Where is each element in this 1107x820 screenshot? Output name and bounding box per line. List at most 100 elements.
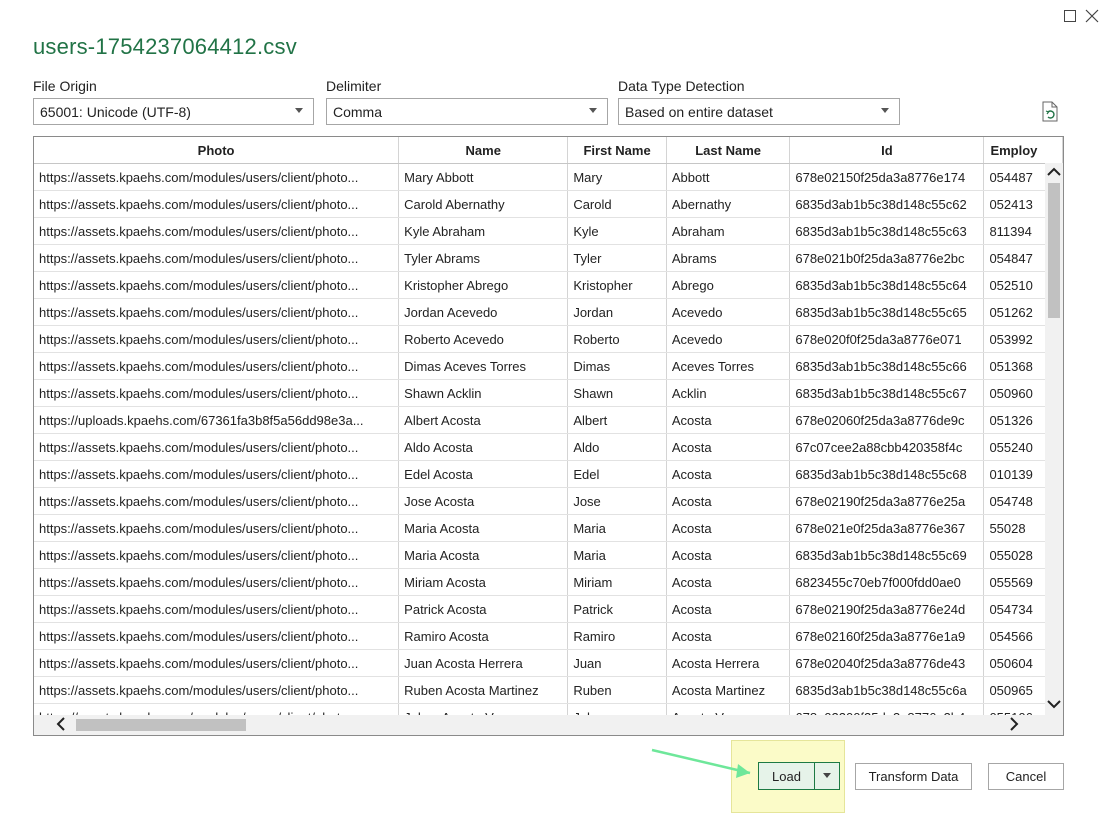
table-row: https://assets.kpaehs.com/modules/users/… — [34, 541, 1063, 569]
table-cell: Kyle Abraham — [398, 217, 569, 245]
table-cell: https://assets.kpaehs.com/modules/users/… — [34, 487, 400, 515]
load-options-dropdown[interactable] — [815, 763, 839, 789]
table-row: https://assets.kpaehs.com/modules/users/… — [34, 487, 1063, 515]
table-row: https://assets.kpaehs.com/modules/users/… — [34, 649, 1063, 677]
table-cell: 6835d3ab1b5c38d148c55c67 — [789, 379, 985, 407]
table-row: https://assets.kpaehs.com/modules/users/… — [34, 271, 1063, 299]
column-header[interactable]: First Name — [567, 137, 667, 164]
table-cell: 6835d3ab1b5c38d148c55c68 — [789, 460, 985, 488]
table-cell: Dimas — [567, 352, 667, 380]
column-header[interactable]: Photo — [34, 137, 400, 164]
detection-dropdown[interactable]: Based on entire dataset — [618, 98, 900, 125]
table-row: https://assets.kpaehs.com/modules/users/… — [34, 568, 1063, 596]
table-cell: Acosta — [666, 514, 791, 542]
table-cell: Maria — [567, 541, 667, 569]
detection-label: Data Type Detection — [618, 78, 745, 94]
column-header[interactable]: Last Name — [666, 137, 791, 164]
chevron-down-icon — [589, 108, 597, 113]
cancel-button[interactable]: Cancel — [988, 763, 1064, 790]
scroll-right-icon[interactable] — [1009, 717, 1019, 735]
table-cell: Acosta — [666, 541, 791, 569]
table-cell: Ruben — [567, 676, 667, 704]
table-cell: Miriam Acosta — [398, 568, 569, 596]
table-cell: Abbott — [666, 163, 791, 191]
table-cell: 6835d3ab1b5c38d148c55c65 — [789, 298, 985, 326]
table-cell: Shawn Acklin — [398, 379, 569, 407]
table-cell: Shawn — [567, 379, 667, 407]
load-split-button[interactable]: Load — [758, 762, 840, 790]
table-cell: https://assets.kpaehs.com/modules/users/… — [34, 460, 400, 488]
table-cell: Dimas Aceves Torres — [398, 352, 569, 380]
table-cell: 678e02060f25da3a8776de9c — [789, 406, 985, 434]
chevron-down-icon — [823, 773, 831, 778]
transform-data-button[interactable]: Transform Data — [855, 763, 972, 790]
table-cell: Acosta Martinez — [666, 676, 791, 704]
table-cell: Patrick Acosta — [398, 595, 569, 623]
column-header[interactable]: Name — [398, 137, 569, 164]
table-cell: Carold — [567, 190, 667, 218]
table-cell: https://assets.kpaehs.com/modules/users/… — [34, 622, 400, 650]
table-cell: Acosta Herrera — [666, 649, 791, 677]
table-cell: https://uploads.kpaehs.com/67361fa3b8f5a… — [34, 406, 400, 434]
table-cell: Abraham — [666, 217, 791, 245]
table-cell: Juan — [567, 649, 667, 677]
table-cell: Maria — [567, 514, 667, 542]
table-cell: https://assets.kpaehs.com/modules/users/… — [34, 379, 400, 407]
table-cell: Kyle — [567, 217, 667, 245]
refresh-preview-button[interactable] — [1040, 100, 1060, 124]
vertical-scroll-thumb[interactable] — [1048, 183, 1060, 318]
table-cell: 678e02160f25da3a8776e1a9 — [789, 622, 985, 650]
table-cell: https://assets.kpaehs.com/modules/users/… — [34, 298, 400, 326]
table-cell: 678e02040f25da3a8776de43 — [789, 649, 985, 677]
table-cell: 6835d3ab1b5c38d148c55c63 — [789, 217, 985, 245]
file-origin-value: 65001: Unicode (UTF-8) — [40, 103, 191, 120]
chevron-down-icon — [295, 108, 303, 113]
vertical-scrollbar[interactable] — [1045, 163, 1063, 717]
table-cell: 6835d3ab1b5c38d148c55c6a — [789, 676, 985, 704]
table-cell: Jose Acosta — [398, 487, 569, 515]
delimiter-label: Delimiter — [326, 78, 382, 94]
table-cell: Acklin — [666, 379, 791, 407]
preview-table: Photo Name First Name Last Name Id Employ htt… — [34, 137, 1063, 731]
table-cell: Acosta — [666, 595, 791, 623]
scroll-left-icon[interactable] — [56, 717, 66, 735]
table-cell: Albert Acosta — [398, 406, 569, 434]
table-row: https://assets.kpaehs.com/modules/users/… — [34, 217, 1063, 245]
table-cell: 678e021b0f25da3a8776e2bc — [789, 244, 985, 272]
table-row: https://assets.kpaehs.com/modules/users/… — [34, 676, 1063, 704]
table-cell: https://assets.kpaehs.com/modules/users/… — [34, 514, 400, 542]
table-cell: Acosta — [666, 622, 791, 650]
table-cell: 678e02190f25da3a8776e25a — [789, 487, 985, 515]
close-icon — [1085, 9, 1099, 23]
scroll-down-icon[interactable] — [1047, 697, 1061, 713]
maximize-icon — [1064, 10, 1076, 22]
load-button[interactable]: Load — [759, 763, 815, 789]
header-row: Photo Name First Name Last Name Id Employ — [34, 137, 1063, 164]
column-header[interactable]: Id — [789, 137, 985, 164]
column-header[interactable]: Employ — [983, 137, 1063, 164]
close-button[interactable] — [1080, 4, 1104, 28]
maximize-button[interactable] — [1058, 4, 1082, 28]
table-row: https://assets.kpaehs.com/modules/users/… — [34, 514, 1063, 542]
table-cell: Acosta — [666, 433, 791, 461]
table-row: https://assets.kpaehs.com/modules/users/… — [34, 190, 1063, 218]
table-row: https://assets.kpaehs.com/modules/users/… — [34, 379, 1063, 407]
table-cell: Acosta — [666, 568, 791, 596]
horizontal-scroll-thumb[interactable] — [76, 719, 246, 731]
table-cell: Roberto Acevedo — [398, 325, 569, 353]
delimiter-dropdown[interactable]: Comma — [326, 98, 608, 125]
horizontal-scrollbar[interactable] — [34, 715, 1063, 735]
table-cell: Ramiro Acosta — [398, 622, 569, 650]
table-cell: 678e02150f25da3a8776e174 — [789, 163, 985, 191]
table-cell: Kristopher — [567, 271, 667, 299]
table-cell: https://assets.kpaehs.com/modules/users/… — [34, 244, 400, 272]
table-cell: Acevedo — [666, 298, 791, 326]
table-row: https://assets.kpaehs.com/modules/users/… — [34, 325, 1063, 353]
table-cell: https://assets.kpaehs.com/modules/users/… — [34, 595, 400, 623]
table-cell: Patrick — [567, 595, 667, 623]
table-cell: https://assets.kpaehs.com/modules/users/… — [34, 217, 400, 245]
scroll-up-icon[interactable] — [1047, 165, 1061, 181]
table-cell: Maria Acosta — [398, 514, 569, 542]
file-origin-dropdown[interactable]: 65001: Unicode (UTF-8) — [33, 98, 314, 125]
table-cell: Mary — [567, 163, 667, 191]
